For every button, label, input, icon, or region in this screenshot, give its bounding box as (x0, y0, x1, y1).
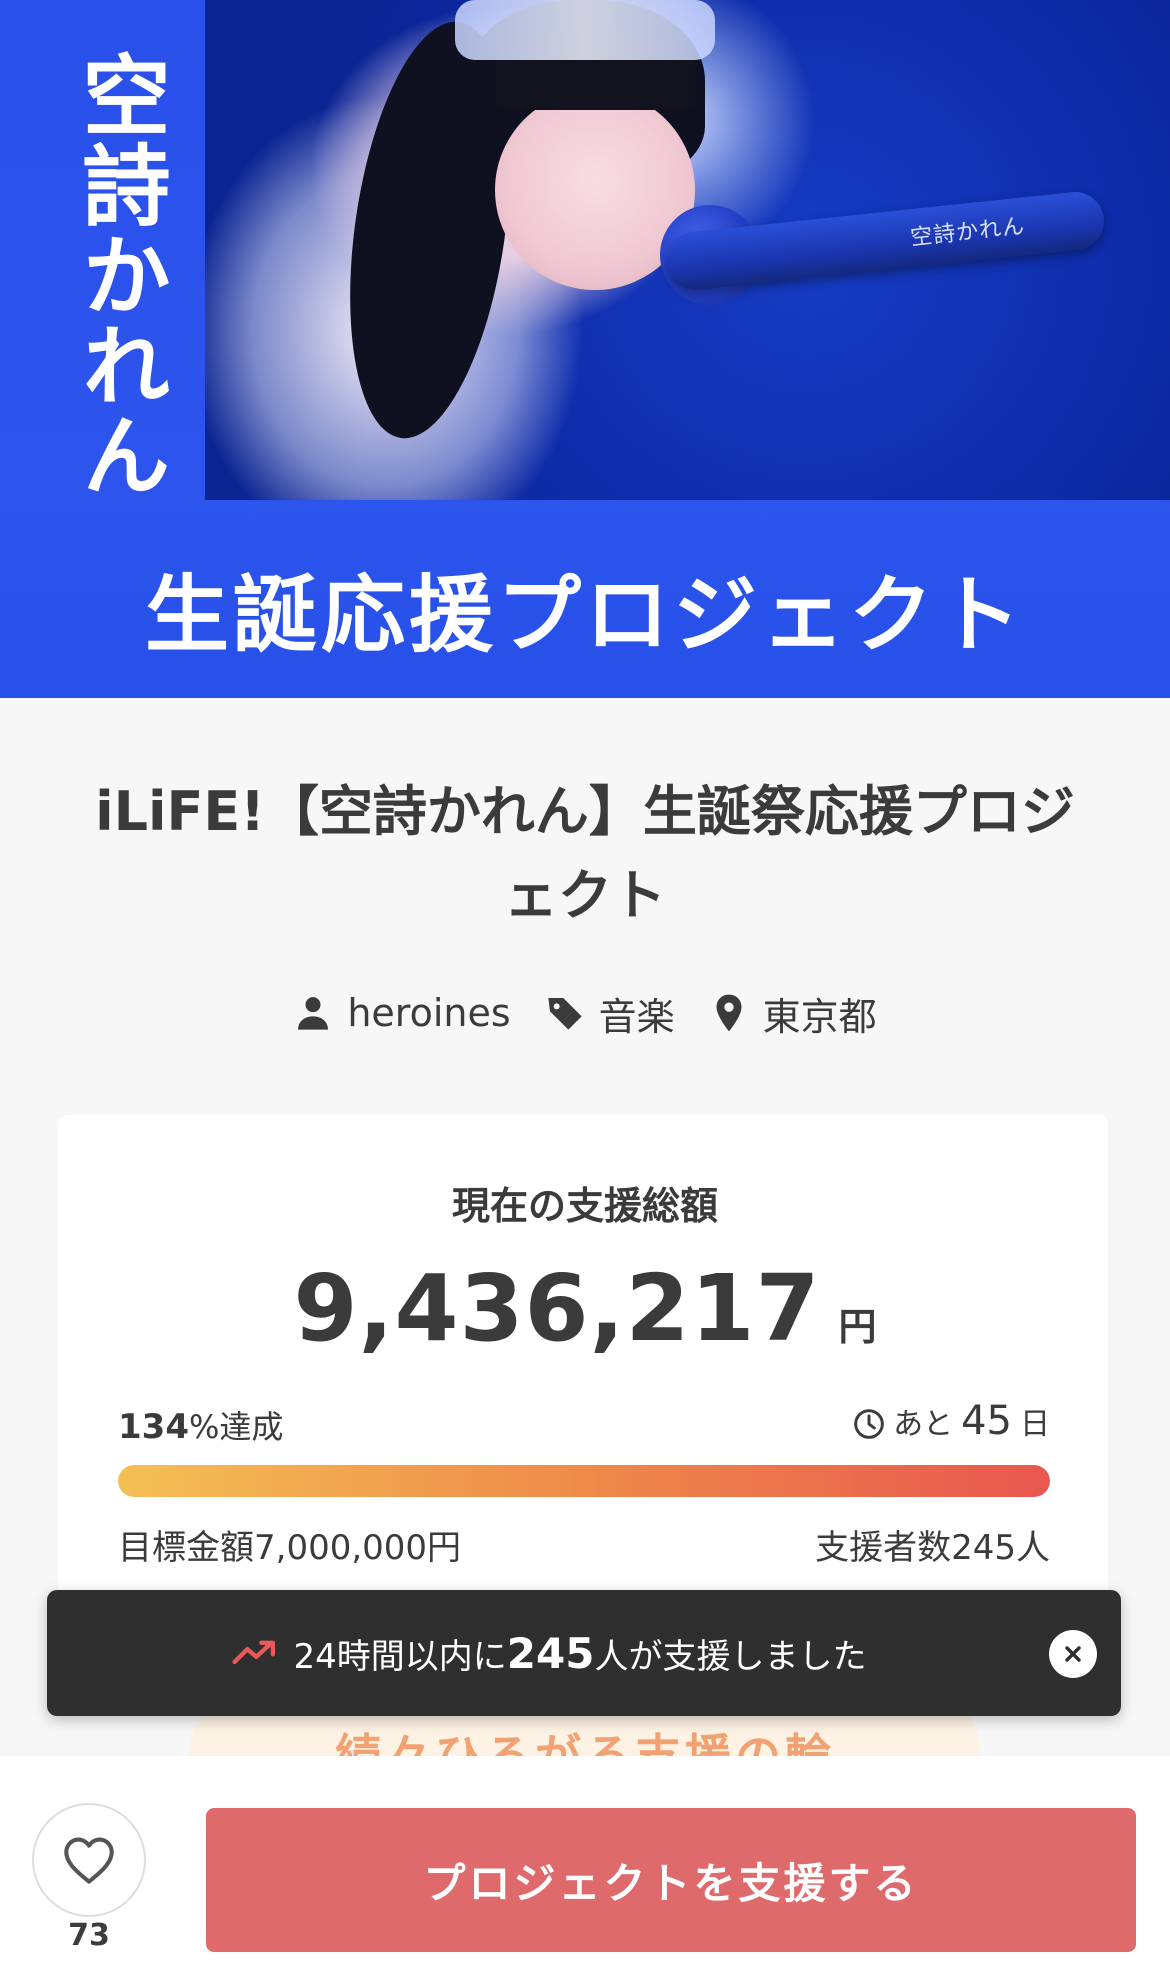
days-value: 45 (961, 1398, 1012, 1444)
project-meta: heroines 音楽 東京都 (0, 985, 1170, 1041)
toast-message: 24時間以内に 245 人が支援しました (47, 1590, 1121, 1716)
funding-progress-fill (118, 1465, 1050, 1497)
tag-icon (547, 998, 582, 1030)
funding-amount-row: 9,436,217 円 (0, 1255, 1170, 1362)
toast-count: 245 (506, 1628, 595, 1678)
days-prefix: あと (893, 1407, 954, 1442)
funding-label: 現在の支援総額 (451, 1184, 718, 1228)
backer-count: 支援者数245人 (815, 1528, 1050, 1568)
funding-progress-bar (118, 1465, 1050, 1497)
close-icon (1065, 1646, 1081, 1662)
funding-currency: 円 (838, 1305, 877, 1349)
owner-name: heroines (347, 991, 511, 1035)
funding-goal: 目標金額7,000,000円 (118, 1528, 462, 1568)
toast-close-button[interactable] (1049, 1630, 1097, 1678)
toast-suffix: 人が支援しました (594, 1636, 867, 1677)
funding-amount: 9,436,217 (293, 1255, 821, 1362)
favorite-button[interactable] (32, 1803, 146, 1917)
hero-banner-text: 生誕応援プロジェクト (144, 566, 1025, 664)
days-remaining: あと 45 日 (853, 1398, 1050, 1444)
category-link[interactable]: 音楽 (545, 986, 675, 1041)
days-suffix: 日 (1020, 1407, 1050, 1442)
achievement-percent-value: 134 (118, 1407, 189, 1447)
hero-image: 空詩かれん 空詩かれん 生誕応援プロジェクト (0, 0, 1170, 698)
location-link[interactable]: 東京都 (709, 986, 877, 1041)
achievement-percent-suffix: %達成 (188, 1408, 284, 1446)
location-pin-icon (716, 994, 742, 1032)
hero-vertical-title: 空詩かれん (68, 50, 171, 500)
person-icon (298, 997, 329, 1030)
trending-up-icon (231, 1640, 275, 1665)
project-page: 空詩かれん 空詩かれん 生誕応援プロジェクト iLiFE!【空詩かれん】生誕祭応… (0, 0, 1170, 1972)
project-title: iLiFE!【空詩かれん】生誕祭応援プロジェクト (95, 780, 1075, 927)
toast-prefix: 24時間以内に (293, 1636, 507, 1677)
support-project-button[interactable]: プロジェクトを支援する (206, 1808, 1136, 1952)
favorite-count: 73 (68, 1918, 110, 1953)
category-name: 音楽 (598, 994, 675, 1039)
headband-shape (455, 0, 715, 60)
owner-link[interactable]: heroines (293, 991, 511, 1035)
achievement-percent: 134%達成 (118, 1402, 283, 1448)
heart-icon (64, 1837, 114, 1884)
location-name: 東京都 (762, 994, 877, 1039)
recent-support-toast: 24時間以内に 245 人が支援しました (47, 1590, 1121, 1716)
clock-icon (854, 1409, 884, 1439)
